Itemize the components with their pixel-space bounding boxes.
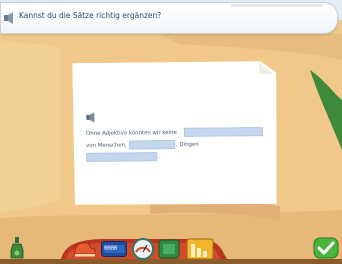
sentence-line-1: Ohne Adjektive könnten wir keine — [85, 129, 177, 137]
sentence-line-3-suffix: . — [158, 154, 160, 161]
speaker-icon[interactable] — [86, 112, 96, 123]
scroll-track — [231, 4, 323, 7]
instruction-bar: Kannst du die Sätze richtig ergänzen? — [0, 2, 338, 34]
book-icon[interactable] — [158, 239, 180, 259]
instruction-text: Kannst du die Sätze richtig ergänzen? — [19, 11, 162, 20]
gauge-icon[interactable] — [132, 238, 154, 260]
answer-gap-2[interactable] — [129, 140, 175, 149]
check-icon[interactable] — [313, 237, 339, 259]
speaker-icon[interactable] — [3, 11, 15, 25]
counter-value: 0000 — [104, 245, 118, 252]
exercise-sheet: Ohne Adjektive könnten wir keine von Men… — [72, 61, 277, 206]
answer-gap-3[interactable] — [86, 152, 157, 162]
shoe-icon[interactable] — [73, 240, 97, 258]
game-stage: Kannst du die Sätze richtig ergänzen? Oh… — [0, 0, 342, 264]
sentence-line-2-mid: , Dingen — [176, 141, 199, 148]
answer-gap-1[interactable] — [184, 127, 263, 137]
bottle-icon[interactable] — [8, 236, 26, 260]
sentence-line-2-prefix: von Menschen, — [86, 142, 127, 149]
bars-icon[interactable] — [186, 238, 214, 260]
